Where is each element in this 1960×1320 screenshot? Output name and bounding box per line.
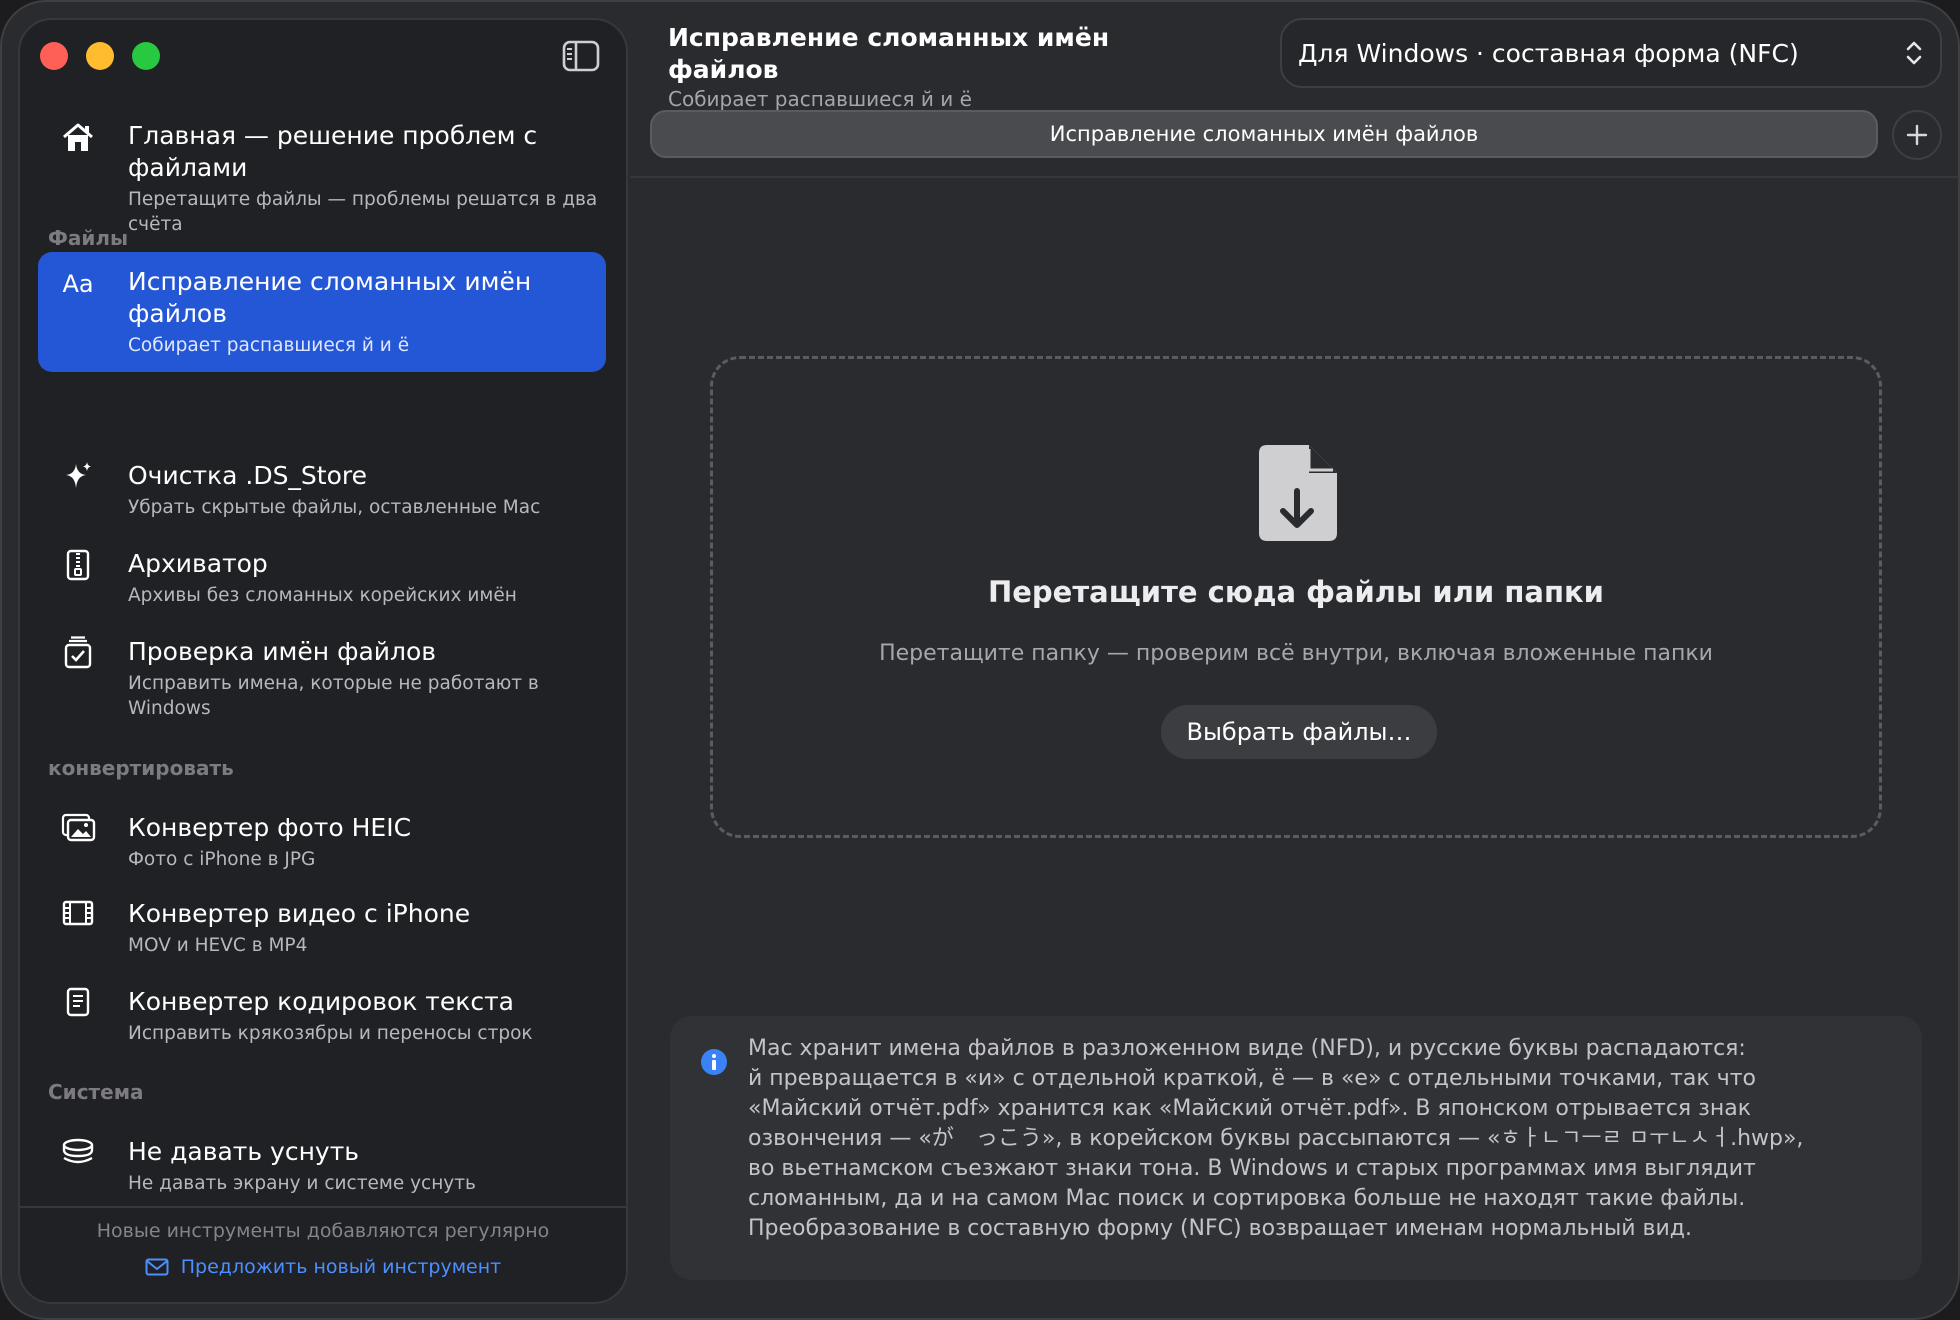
drop-zone[interactable]: Перетащите сюда файлы или папки Перетащи… bbox=[710, 356, 1882, 838]
sidebar-item-subtitle: Архивы без сломанных корейских имён bbox=[128, 585, 517, 606]
sidebar-item-label: Исправление сломанных имён файлов bbox=[128, 267, 532, 328]
sidebar-item-label: Не давать уснуть bbox=[128, 1137, 360, 1166]
sidebar-item-label: Очистка .DS_Store bbox=[128, 461, 368, 490]
sidebar-item-home[interactable]: Главная — решение проблем с файлами Пере… bbox=[60, 120, 620, 237]
sidebar-item-subtitle: Фото с iPhone в JPG bbox=[128, 849, 316, 870]
sidebar-item-subtitle: Перетащите файлы — проблемы решатся в дв… bbox=[128, 189, 598, 235]
sidebar-item-subtitle: Не давать экрану и системе уснуть bbox=[128, 1173, 476, 1194]
mode-select-value: Для Windows · составная форма (NFC) bbox=[1298, 38, 1799, 68]
film-icon bbox=[60, 898, 96, 934]
sidebar-item-ds-store[interactable]: Очистка .DS_Store Убрать скрытые файлы, … bbox=[38, 446, 606, 534]
sidebar: Главная — решение проблем с файлами Пере… bbox=[18, 18, 628, 1304]
sidebar-item-subtitle: Исправить крякозябры и переносы строк bbox=[128, 1023, 533, 1044]
page-subtitle: Собирает распавшиеся й и ё bbox=[668, 87, 972, 111]
text-aa-icon: Aa bbox=[62, 270, 94, 298]
page-header: Исправление сломанных имён файлов Собира… bbox=[668, 22, 1228, 112]
sidebar-item-label: Проверка имён файлов bbox=[128, 637, 437, 666]
sidebar-item-heic-converter[interactable]: Конвертер фото HEIC Фото с iPhone в JPG bbox=[38, 798, 606, 886]
minimize-button[interactable] bbox=[86, 42, 114, 70]
choose-files-button[interactable]: Выбрать файлы… bbox=[1161, 705, 1437, 759]
info-text: Mac хранит имена файлов в разложенном ви… bbox=[748, 1036, 1804, 1241]
plus-icon bbox=[1906, 124, 1928, 146]
mode-select[interactable]: Для Windows · составная форма (NFC) bbox=[1280, 18, 1942, 88]
sidebar-item-text-encoding[interactable]: Конвертер кодировок текста Исправить кря… bbox=[38, 972, 606, 1060]
suggest-tool-link[interactable]: Предложить новый инструмент bbox=[20, 1256, 626, 1278]
info-box: Mac хранит имена файлов в разложенном ви… bbox=[670, 1016, 1922, 1280]
chevron-up-down-icon bbox=[1906, 41, 1922, 65]
drop-zone-hint: Перетащите папку — проверим всё внутри, … bbox=[879, 641, 1713, 666]
zoom-button[interactable] bbox=[132, 42, 160, 70]
sidebar-item-filename-check[interactable]: Проверка имён файлов Исправить имена, ко… bbox=[38, 622, 606, 735]
add-tab-button[interactable] bbox=[1892, 110, 1942, 160]
photos-icon bbox=[60, 812, 96, 848]
document-text-icon bbox=[60, 986, 96, 1022]
sidebar-item-archiver[interactable]: Архиватор Архивы без сломанных корейских… bbox=[38, 534, 606, 622]
sidebar-item-subtitle: Собирает распавшиеся й и ё bbox=[128, 335, 410, 356]
document-download-icon bbox=[1257, 443, 1341, 543]
sidebar-item-label: Конвертер фото HEIC bbox=[128, 813, 412, 842]
sidebar-item-fix-filenames[interactable]: Aa Исправление сломанных имён файлов Соб… bbox=[38, 252, 606, 372]
info-icon bbox=[700, 1048, 728, 1076]
section-label-files: Файлы bbox=[48, 226, 129, 250]
sidebar-item-keep-awake[interactable]: Не давать уснуть Не давать экрану и сист… bbox=[38, 1122, 606, 1210]
window-controls bbox=[40, 42, 160, 70]
sidebar-item-label: Главная — решение проблем с файлами bbox=[128, 121, 538, 182]
sidebar-item-subtitle: Исправить имена, которые не работают в W… bbox=[128, 673, 539, 719]
sidebar-item-subtitle: Убрать скрытые файлы, оставленные Mac bbox=[128, 497, 541, 518]
drop-zone-title: Перетащите сюда файлы или папки bbox=[987, 575, 1604, 609]
sidebar-item-video-converter[interactable]: Конвертер видео с iPhone MOV и HEVC в MP… bbox=[38, 884, 606, 972]
envelope-icon bbox=[145, 1258, 169, 1276]
sidebar-item-label: Конвертер видео с iPhone bbox=[128, 899, 471, 928]
close-button[interactable] bbox=[40, 42, 68, 70]
tab-fix-filenames[interactable]: Исправление сломанных имён файлов bbox=[650, 110, 1878, 158]
zip-archive-icon bbox=[60, 548, 96, 584]
sidebar-item-label: Архиватор bbox=[128, 549, 268, 578]
coffee-cup-icon bbox=[60, 1136, 96, 1172]
suggest-tool-label: Предложить новый инструмент bbox=[180, 1256, 502, 1278]
section-label-convert: конвертировать bbox=[48, 756, 234, 780]
checklist-icon bbox=[60, 636, 96, 672]
sidebar-footer: Новые инструменты добавляются регулярно … bbox=[20, 1206, 626, 1302]
header-divider bbox=[630, 176, 1958, 178]
sidebar-item-label: Конвертер кодировок текста bbox=[128, 987, 514, 1016]
section-label-system: Система bbox=[48, 1080, 144, 1104]
footer-note: Новые инструменты добавляются регулярно bbox=[96, 1220, 550, 1242]
sparkles-icon bbox=[60, 460, 96, 496]
sidebar-toggle-icon[interactable] bbox=[561, 36, 601, 76]
app-window: Главная — решение проблем с файлами Пере… bbox=[0, 0, 1960, 1320]
page-title: Исправление сломанных имён файлов bbox=[668, 23, 1110, 84]
sidebar-item-subtitle: MOV и HEVC в MP4 bbox=[128, 935, 308, 956]
house-icon bbox=[60, 122, 96, 158]
